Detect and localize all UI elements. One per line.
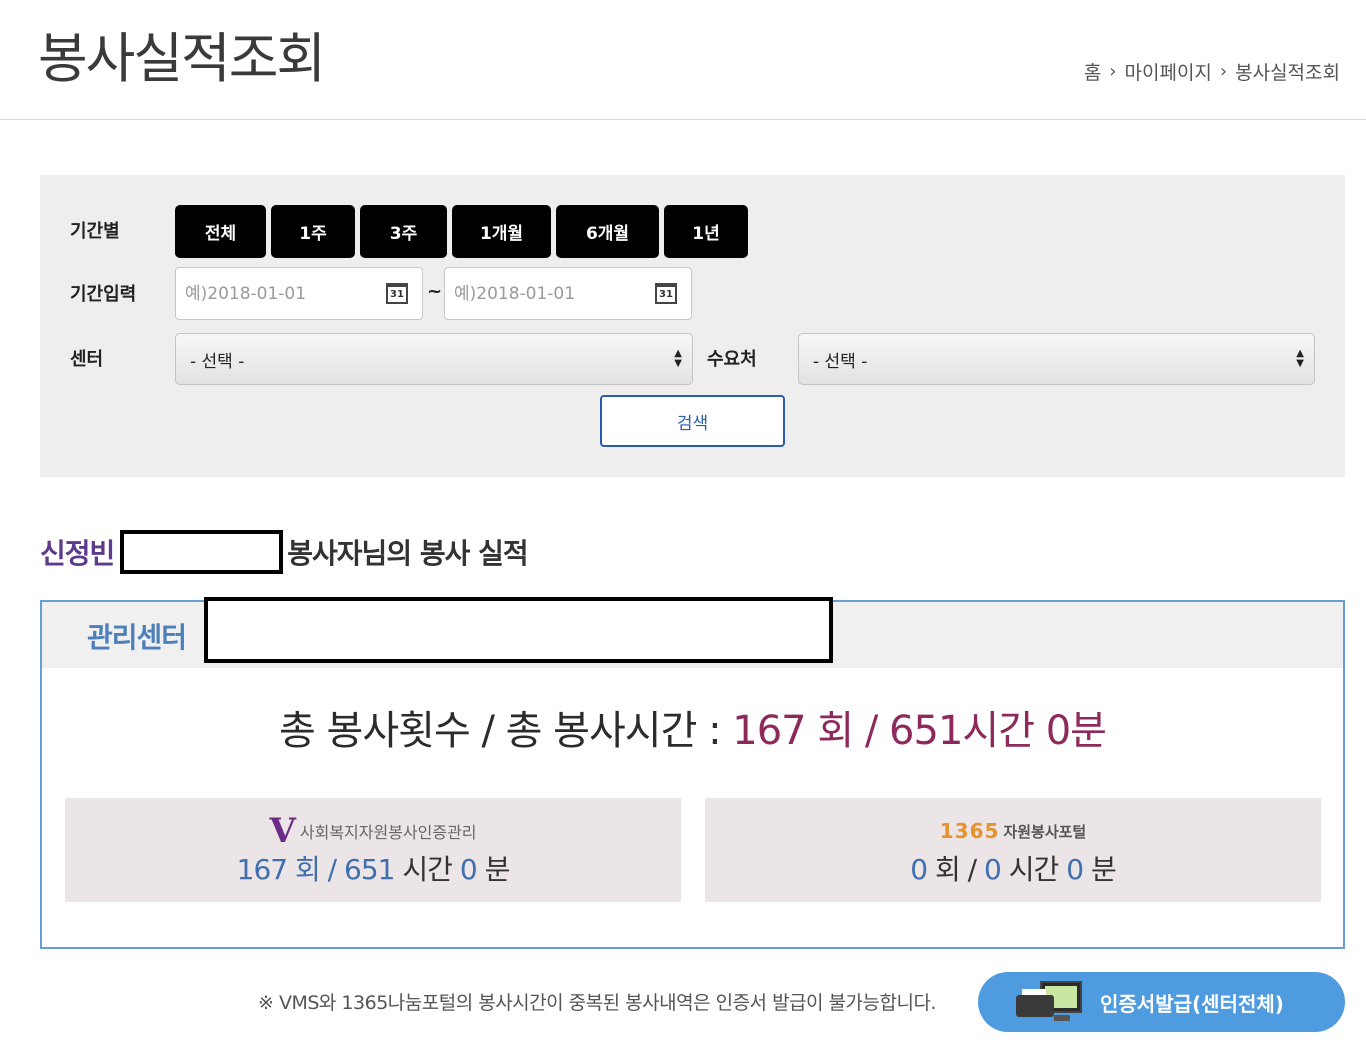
date-from-field[interactable]: 31 <box>175 267 423 320</box>
vms-count-unit: 회 / <box>295 853 337 886</box>
portal-count-unit: 회 / <box>935 853 977 886</box>
portal-hours: 0 <box>984 853 1002 886</box>
breadcrumb-current: 봉사실적조회 <box>1235 62 1340 84</box>
vms-logo-text: 사회복지자원봉사인증관리 <box>299 823 477 842</box>
period-1week-button[interactable]: 1주 <box>271 205 355 258</box>
portal-hours-unit: 시간 <box>1008 853 1060 886</box>
portal-count: 0 <box>910 853 928 886</box>
vms-minutes: 0 <box>459 853 478 886</box>
result-box: 관리센터 총 봉사횟수 / 총 봉사시간 : 167 회 / 651시간 0분 … <box>40 597 1345 949</box>
vms-count: 167 <box>236 853 288 886</box>
page-title: 봉사실적조회 <box>38 27 326 90</box>
search-button[interactable]: 검색 <box>600 395 785 447</box>
portal-logo: 1365 자원봉사포털 <box>705 816 1321 846</box>
period-6month-button[interactable]: 6개월 <box>556 205 659 258</box>
center-bar: 관리센터 <box>42 597 1343 668</box>
demand-select-value: - 선택 - <box>813 351 868 372</box>
vms-stat-card: V 사회복지자원봉사인증관리 167 회 / 651 시간 0 분 <box>65 798 681 902</box>
printer-icon <box>1016 979 1086 1025</box>
select-arrows-icon: ▲ ▼ <box>1296 348 1304 369</box>
period-1year-button[interactable]: 1년 <box>664 205 748 258</box>
portal-minutes-unit: 분 <box>1090 853 1117 886</box>
redacted-box <box>120 530 284 574</box>
date-to-input[interactable] <box>454 283 644 304</box>
certificate-issue-label: 인증서발급(센터전체) <box>1100 991 1284 1016</box>
volunteer-heading-suffix: 봉사자님의 봉사 실적 <box>287 537 528 570</box>
date-separator: ~ <box>427 281 443 302</box>
portal-stat-line: 0 회 / 0 시간 0 분 <box>705 848 1321 888</box>
date-from-input[interactable] <box>185 283 375 304</box>
chevron-right-icon: › <box>1219 61 1228 82</box>
portal-logo-number: 1365 <box>939 819 1000 843</box>
date-range-label: 기간입력 <box>70 284 137 305</box>
period-label: 기간별 <box>70 221 120 242</box>
breadcrumb-home[interactable]: 홈 <box>1084 58 1101 85</box>
chevron-right-icon: › <box>1109 61 1117 82</box>
totals-line: 총 봉사횟수 / 총 봉사시간 : 167 회 / 651시간 0분 <box>42 698 1343 756</box>
portal-minutes: 0 <box>1066 853 1084 886</box>
breadcrumb: 홈 › 마이페이지 › 봉사실적조회 <box>1084 58 1340 85</box>
vms-minutes-unit: 분 <box>484 853 511 886</box>
portal-stat-card: 1365 자원봉사포털 0 회 / 0 시간 0 분 <box>705 798 1321 902</box>
vms-hours-unit: 시간 <box>402 853 453 886</box>
demand-label: 수요처 <box>707 349 757 370</box>
breadcrumb-mypage[interactable]: 마이페이지 <box>1125 58 1212 85</box>
period-1month-button[interactable]: 1개월 <box>452 205 551 258</box>
duplicate-notice: ※ VMS와 1365나눔포털의 봉사시간이 중복된 봉사내역은 인증서 발급이… <box>258 992 936 1014</box>
period-3week-button[interactable]: 3주 <box>360 205 447 258</box>
center-select[interactable]: - 선택 - ▲ ▼ <box>175 333 693 385</box>
totals-label: 총 봉사횟수 / 총 봉사시간 : <box>279 708 722 754</box>
vms-hours: 651 <box>344 853 395 886</box>
vms-logo-mark: V <box>269 811 296 851</box>
demand-select[interactable]: - 선택 - ▲ ▼ <box>798 333 1315 385</box>
volunteer-name: 신정빈 <box>40 537 115 570</box>
portal-logo-text: 자원봉사포털 <box>1003 822 1087 841</box>
period-all-button[interactable]: 전체 <box>175 205 266 258</box>
page-header: 봉사실적조회 홈 › 마이페이지 › 봉사실적조회 <box>0 0 1366 120</box>
date-to-field[interactable]: 31 <box>444 267 692 320</box>
select-arrows-icon: ▲ ▼ <box>674 348 682 369</box>
redacted-box <box>204 597 833 663</box>
center-label: 센터 <box>70 349 104 370</box>
certificate-issue-button[interactable]: 인증서발급(센터전체) <box>978 972 1345 1032</box>
totals-value: 167 회 / 651시간 0분 <box>732 708 1107 754</box>
calendar-icon[interactable]: 31 <box>386 283 408 304</box>
vms-stat-line: 167 회 / 651 시간 0 분 <box>65 848 681 888</box>
volunteer-heading: 신정빈 봉사자님의 봉사 실적 <box>40 530 529 574</box>
calendar-icon[interactable]: 31 <box>655 283 677 304</box>
center-select-value: - 선택 - <box>190 351 245 372</box>
search-panel: 기간별 전체 1주 3주 1개월 6개월 1년 기간입력 31 ~ 31 센터 … <box>40 175 1345 477</box>
center-title: 관리센터 <box>87 621 187 654</box>
vms-logo: V 사회복지자원봉사인증관리 <box>65 811 681 851</box>
